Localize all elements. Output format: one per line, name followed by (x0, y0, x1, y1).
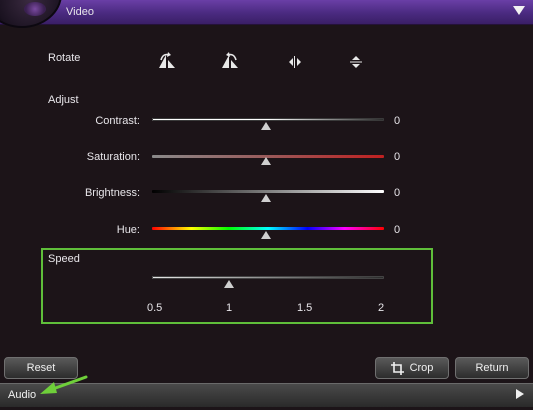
brightness-slider-thumb[interactable] (261, 194, 271, 202)
brightness-slider-track[interactable] (152, 190, 384, 193)
collapse-arrow-icon[interactable] (513, 6, 525, 15)
speed-tick-label: 2 (378, 302, 385, 314)
speed-slider-track[interactable] (152, 276, 384, 279)
flip-horizontal-icon (289, 56, 301, 68)
speed-tick-label: 0.5 (147, 302, 163, 314)
audio-panel-title: Audio (8, 389, 37, 401)
annotation-arrow-icon (40, 375, 88, 394)
reset-button-label: Reset (26, 362, 56, 374)
rotate-right-button[interactable] (219, 51, 241, 71)
speed-tick-label: 1 (226, 302, 233, 314)
expand-arrow-icon[interactable] (516, 389, 524, 399)
saturation-value: 0 (394, 151, 401, 163)
flip-horizontal-button[interactable] (284, 52, 306, 72)
rotate-left-icon (159, 52, 175, 68)
contrast-slider-thumb[interactable] (261, 122, 271, 130)
speed-slider-thumb[interactable] (224, 280, 234, 288)
return-button-label: Return (475, 362, 509, 374)
rotate-left-button[interactable] (156, 51, 178, 71)
hue-value: 0 (394, 224, 401, 236)
return-button[interactable]: Return (455, 357, 529, 379)
speed-tick-label: 1.5 (297, 302, 313, 314)
contrast-value: 0 (394, 115, 401, 127)
brightness-label: Brightness: (84, 187, 140, 199)
crop-button-label: Crop (409, 362, 434, 374)
contrast-slider-track[interactable] (152, 118, 384, 121)
rotate-right-icon (222, 52, 238, 68)
flip-vertical-button[interactable] (345, 52, 367, 72)
hue-slider-track[interactable] (152, 227, 384, 230)
saturation-slider-thumb[interactable] (261, 157, 271, 165)
adjust-label: Adjust (48, 94, 79, 106)
contrast-label: Contrast: (95, 115, 140, 127)
saturation-label: Saturation: (86, 151, 140, 163)
hue-label: Hue: (116, 224, 140, 236)
rotate-label: Rotate (48, 52, 81, 64)
panel-title: Video (66, 6, 94, 18)
speed-label: Speed (48, 253, 80, 265)
crop-button[interactable]: Crop (375, 357, 449, 379)
hue-slider-thumb[interactable] (261, 231, 271, 239)
crop-icon (390, 361, 404, 375)
brightness-value: 0 (394, 187, 401, 199)
app-logo-center (24, 2, 46, 16)
speed-section (41, 248, 433, 324)
flip-vertical-icon (350, 56, 362, 68)
